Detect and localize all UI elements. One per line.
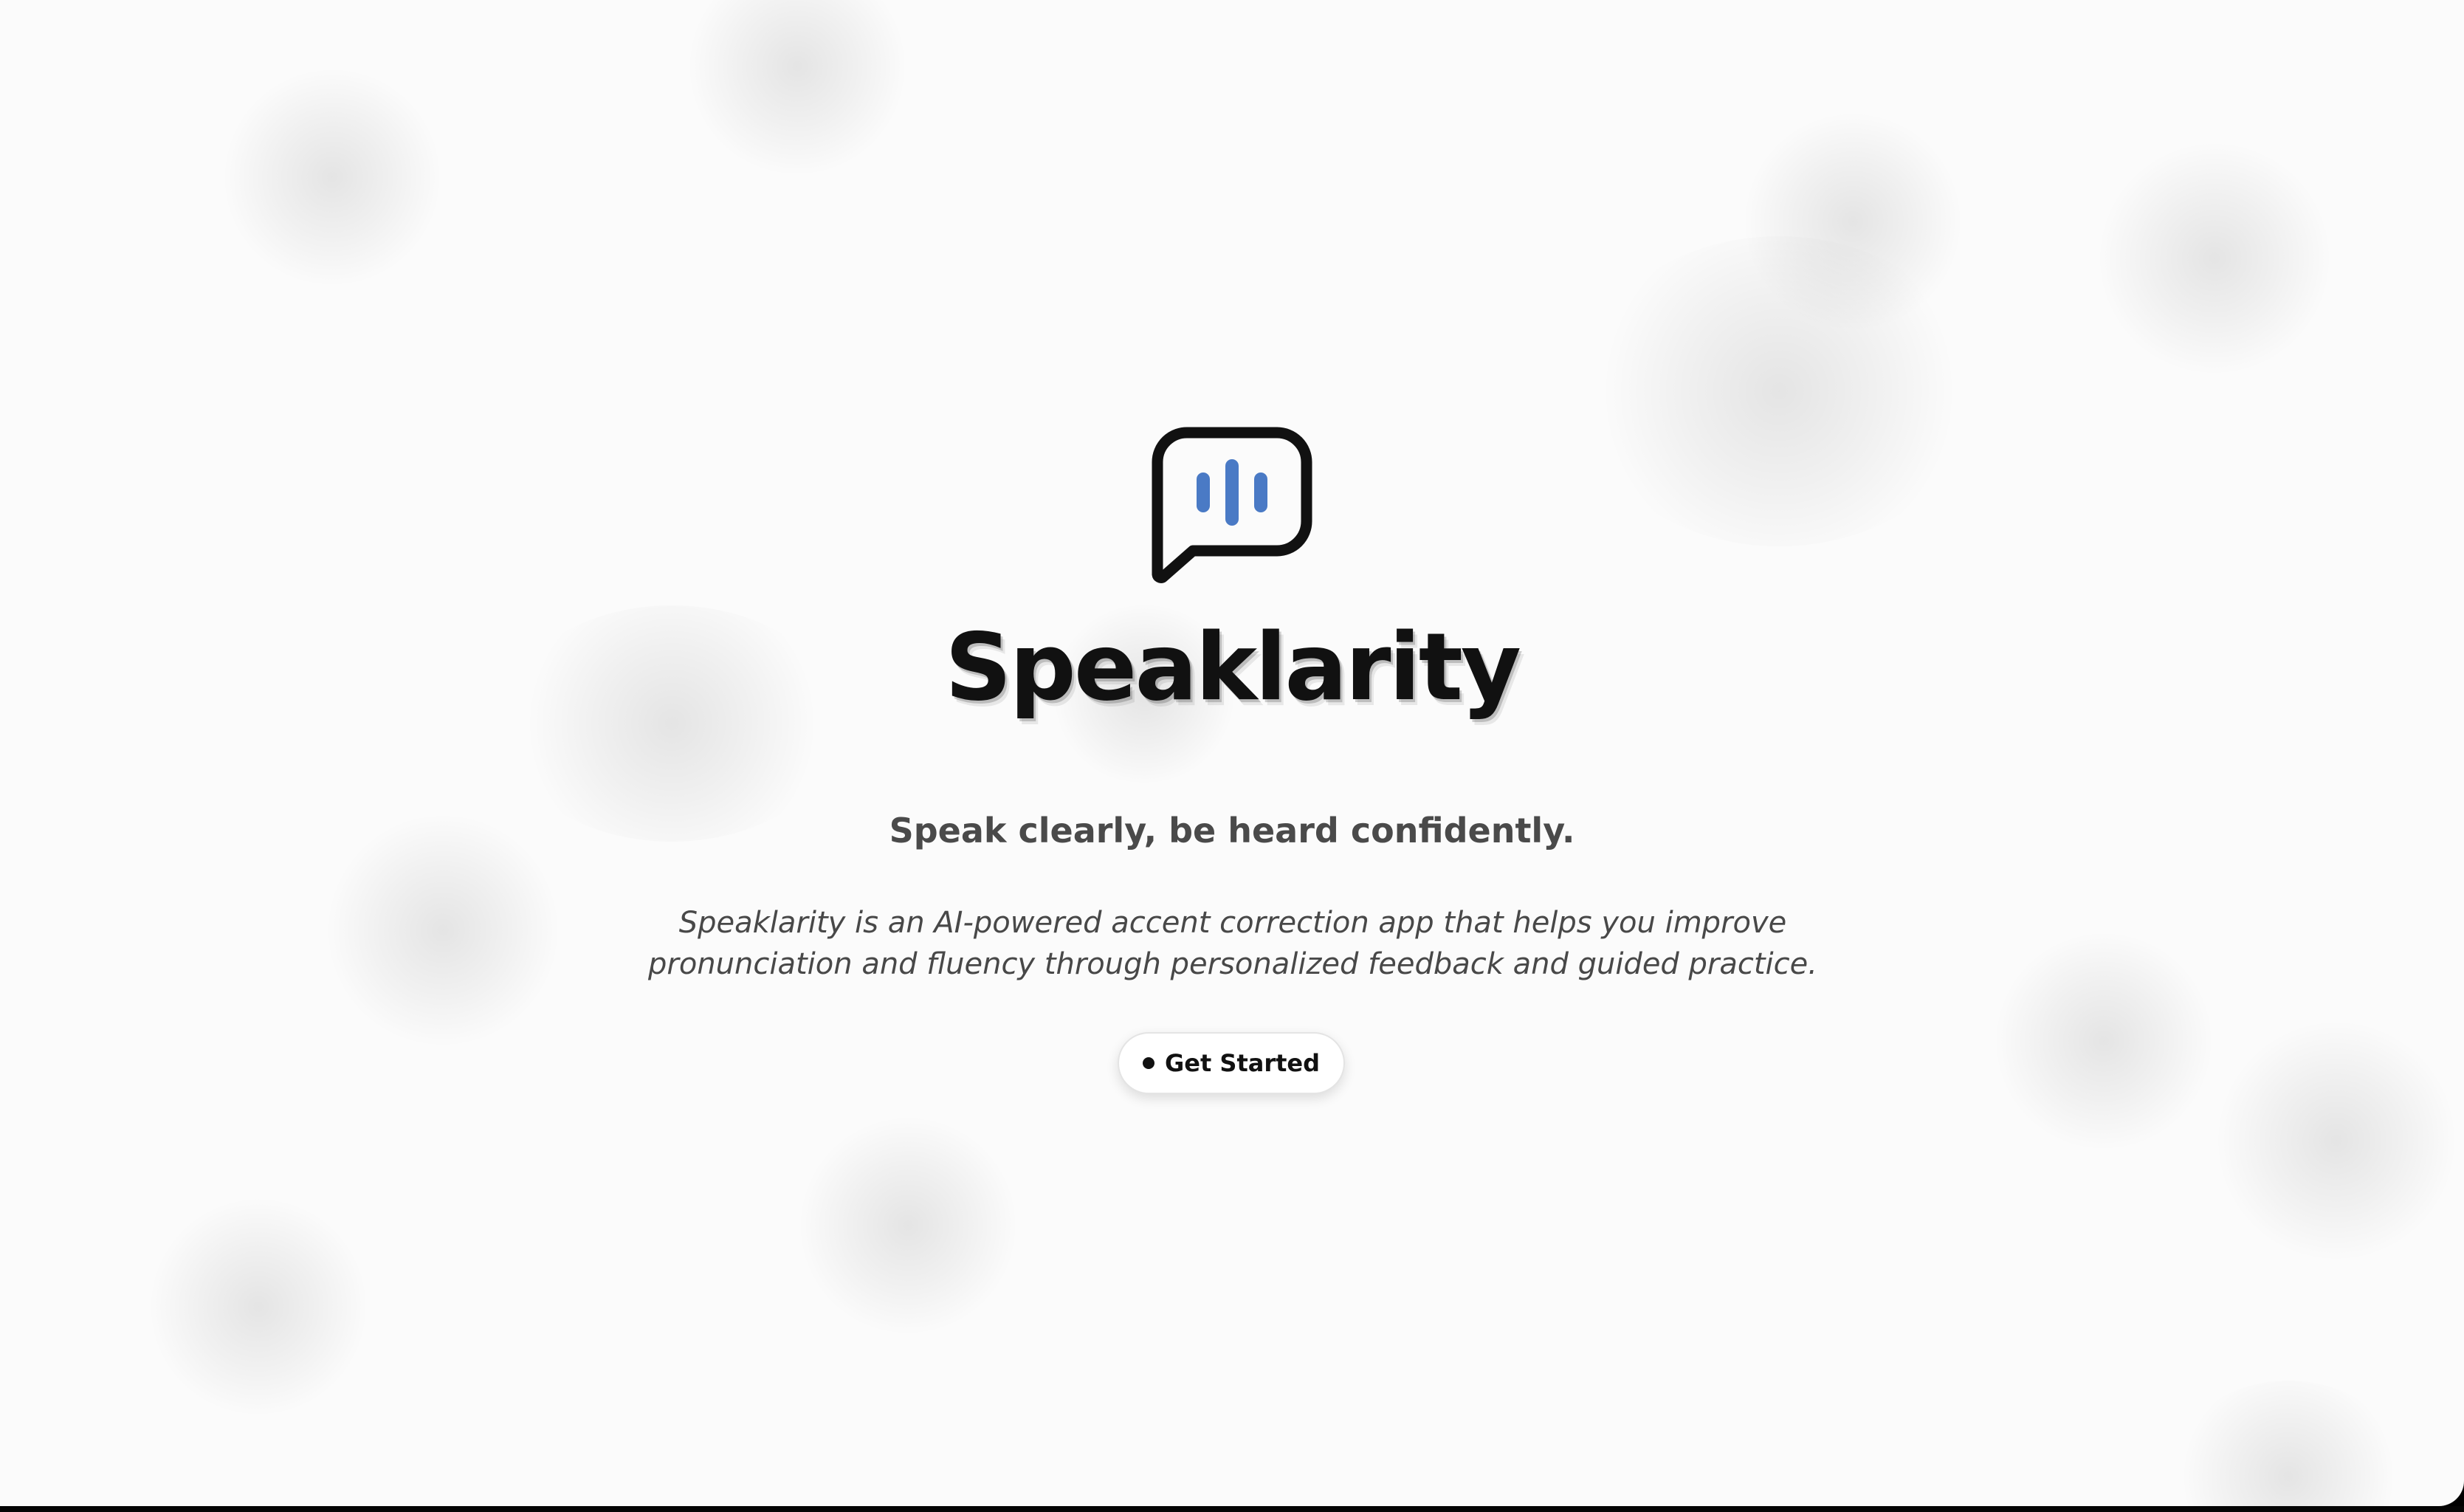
hero-section: Speaklarity Speak clearly, be heard conf… — [0, 0, 2464, 1506]
get-started-button[interactable]: Get Started — [1118, 1032, 1345, 1094]
speech-bubble-soundwave-icon — [1152, 427, 1312, 583]
landing-screen: Speaklarity Speak clearly, be heard conf… — [0, 0, 2464, 1506]
app-title: Speaklarity — [944, 613, 1521, 721]
bottom-edge — [0, 1506, 2464, 1512]
tagline: Speak clearly, be heard confidently. — [889, 811, 1575, 850]
dot-icon — [1142, 1057, 1154, 1069]
app-description: Speaklarity is an AI-powered accent corr… — [648, 906, 1817, 981]
get-started-label: Get Started — [1164, 1049, 1321, 1077]
